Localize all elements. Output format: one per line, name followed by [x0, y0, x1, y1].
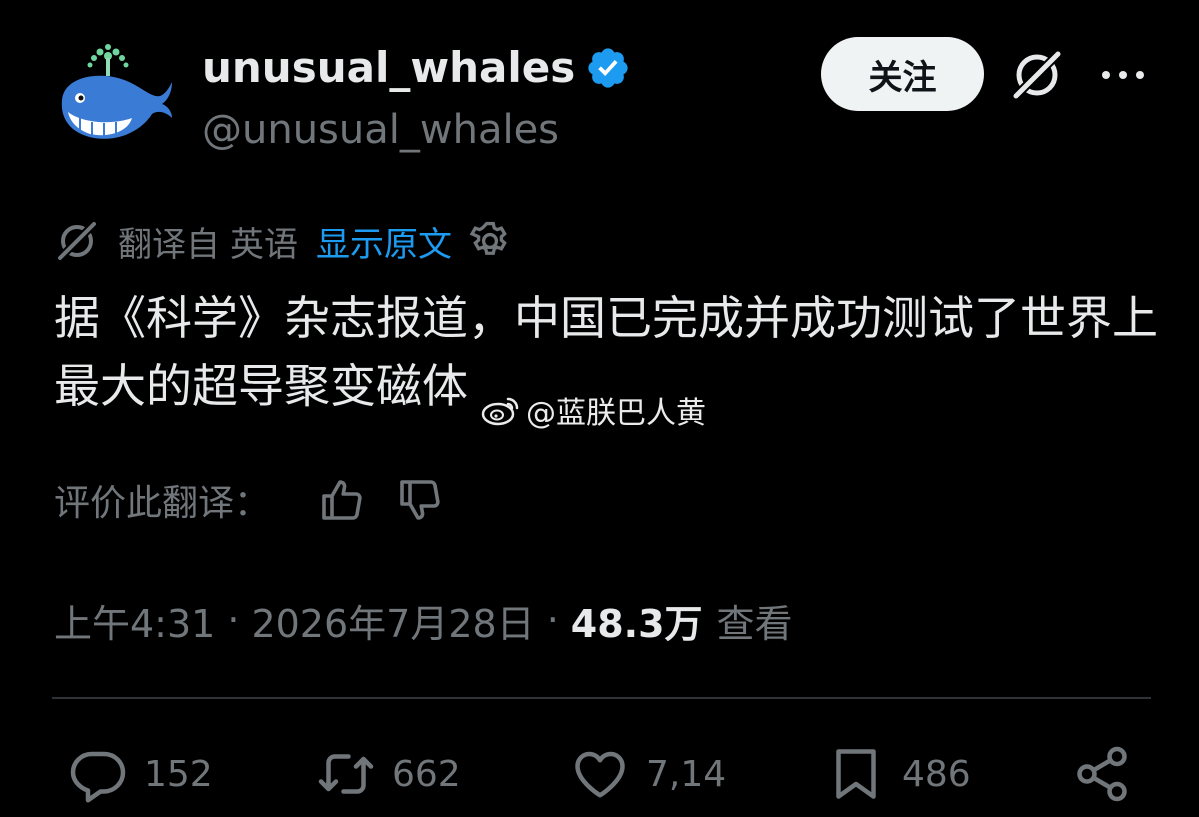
thumbs-down-icon[interactable]: [396, 476, 444, 524]
bookmark-count: 486: [902, 753, 971, 795]
gear-icon[interactable]: [468, 219, 512, 263]
author-name-text[interactable]: unusual_whales: [202, 40, 575, 96]
thumbs-up-icon[interactable]: [318, 476, 366, 524]
watermark: @蓝朕巴人黄: [480, 388, 706, 432]
bookmark-icon: [836, 749, 876, 799]
views-label: 查看: [716, 601, 793, 646]
tweet-detail-page: unusual_whales @unusual_whales 关注 翻译自 英语…: [0, 0, 1199, 817]
share-icon: [1077, 746, 1127, 802]
watermark-text: @蓝朕巴人黄: [526, 396, 706, 431]
tweet-meta: 上午4:31 · 2026年7月28日 · 48.3万 查看: [54, 590, 793, 650]
views-count: 48.3万: [570, 601, 703, 646]
rate-translation-row: 评价此翻译：: [54, 472, 444, 528]
more-dots-icon[interactable]: [1098, 60, 1148, 90]
reply-button[interactable]: 152: [68, 742, 213, 806]
follow-button[interactable]: 关注: [821, 37, 984, 111]
like-button[interactable]: 7,148: [570, 742, 728, 806]
meta-separator: ·: [546, 598, 559, 642]
divider: [52, 697, 1151, 699]
retweet-icon: [318, 754, 374, 794]
bookmark-button[interactable]: 486: [826, 742, 971, 806]
grok-icon[interactable]: [1008, 46, 1066, 104]
author-handle[interactable]: @unusual_whales: [202, 104, 559, 156]
tweet-date[interactable]: 2026年7月28日: [251, 593, 534, 648]
retweet-count: 662: [392, 753, 461, 795]
share-button[interactable]: [1072, 742, 1148, 806]
rate-translation-label: 评价此翻译：: [54, 483, 271, 524]
translation-bar: 翻译自 英语 显示原文: [54, 214, 512, 268]
reply-count: 152: [144, 753, 213, 795]
weibo-icon: [481, 397, 519, 426]
grok-translate-icon: [55, 219, 99, 263]
show-original-link[interactable]: 显示原文: [316, 217, 452, 266]
tweet-time[interactable]: 上午4:31: [54, 593, 215, 648]
author-display-name[interactable]: unusual_whales: [202, 40, 631, 96]
meta-separator: ·: [227, 598, 240, 642]
reply-icon: [70, 751, 126, 803]
translated-from-label: 翻译自: [118, 224, 220, 265]
whale-avatar-icon[interactable]: [50, 38, 174, 162]
retweet-button[interactable]: 662: [316, 742, 461, 806]
source-language: 英语: [230, 224, 298, 265]
verified-badge-icon: [588, 48, 628, 88]
heart-icon: [575, 751, 625, 798]
like-count: 7,148: [646, 753, 728, 795]
